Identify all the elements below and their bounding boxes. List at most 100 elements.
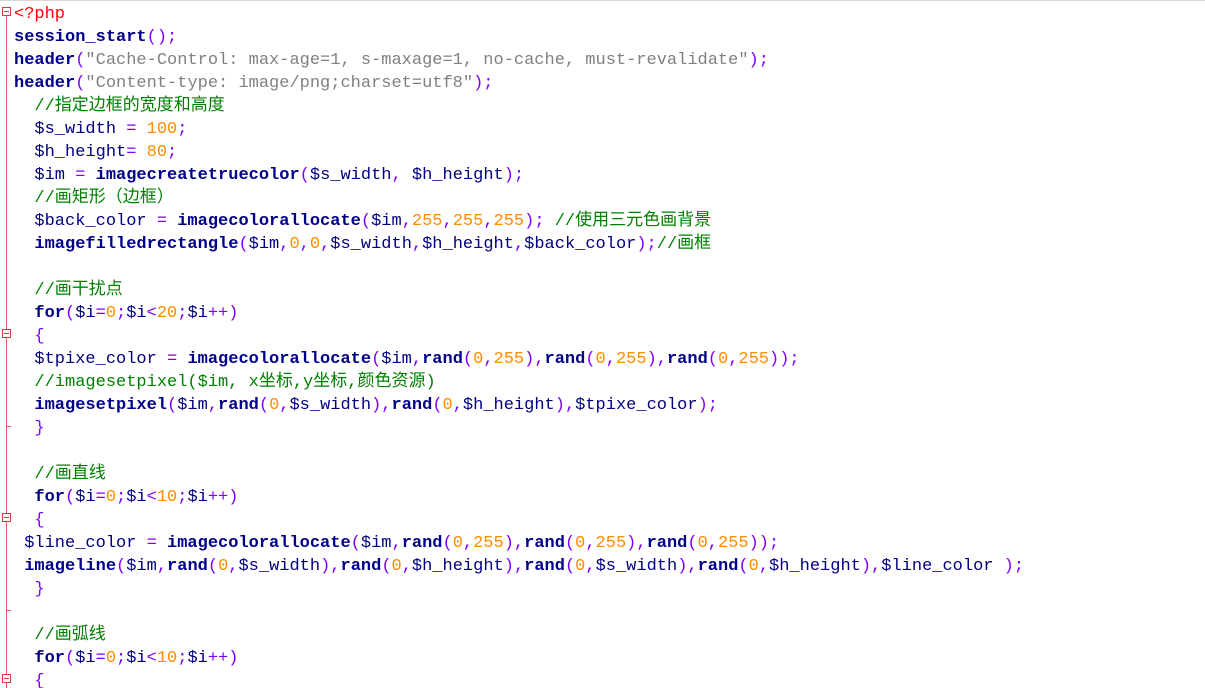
code-line[interactable]: }	[14, 578, 1205, 601]
code-operator: (	[116, 557, 127, 576]
code-operator: ,	[401, 212, 412, 231]
code-operator: =	[126, 143, 147, 162]
code-number: 255	[411, 212, 443, 231]
code-line[interactable]: $line_color = imagecolorallocate($im,ran…	[14, 532, 1205, 555]
code-operator: (	[442, 534, 453, 553]
code-number: 0	[309, 235, 321, 254]
code-text[interactable]: <?php session_start(); header("Cache-Contr…	[14, 3, 1205, 688]
code-number: 0	[269, 396, 280, 415]
fold-toggle-php[interactable]	[2, 7, 11, 16]
fold-toggle-line-loop[interactable]	[2, 513, 11, 522]
code-variable: $im	[248, 235, 280, 254]
code-line[interactable]: $s_width = 100;	[14, 118, 1205, 141]
code-operator: ,	[728, 350, 739, 369]
code-variable: $s_width	[34, 120, 117, 139]
code-number: 0	[575, 534, 586, 553]
code-operator: ),	[626, 534, 647, 553]
code-operator: );	[473, 74, 494, 93]
code-operator: (	[371, 350, 382, 369]
code-number: 80	[146, 143, 168, 162]
code-operator: );	[993, 557, 1025, 576]
code-line[interactable]: imagesetpixel($im,rand(0,$s_width),rand(…	[14, 394, 1205, 417]
code-number: 255	[595, 534, 627, 553]
code-line[interactable]: <?php	[14, 3, 1205, 26]
code-line[interactable]: $tpixe_color = imagecolorallocate($im,ra…	[14, 348, 1205, 371]
code-keyword: header	[14, 51, 76, 70]
code-operator: ,	[299, 235, 310, 254]
code-line[interactable]: for($i=0;$i<10;$i++)	[14, 486, 1205, 509]
code-line[interactable]: header("Cache-Control: max-age=1, s-maxa…	[14, 49, 1205, 72]
code-number: 0	[105, 488, 117, 507]
code-line[interactable]: imageline($im,rand(0,$s_width),rand(0,$h…	[14, 555, 1205, 578]
code-operator: ;	[177, 488, 188, 507]
code-operator: ,	[442, 212, 453, 231]
code-keyword: imagefilledrectangle	[34, 235, 239, 254]
fold-line	[6, 14, 7, 688]
code-line[interactable]: //画矩形（边框）	[14, 187, 1205, 210]
code-line[interactable]: imagefilledrectangle($im,0,0,$s_width,$h…	[14, 233, 1205, 256]
code-line[interactable]: //画干扰点	[14, 279, 1205, 302]
code-operator: (	[707, 350, 718, 369]
code-variable: $im	[34, 166, 66, 185]
code-line[interactable]: $h_height= 80;	[14, 141, 1205, 164]
code-operator: ,	[401, 557, 412, 576]
code-number: 10	[156, 649, 178, 668]
code-line[interactable]: //imagesetpixel($im, x坐标,y坐标,颜色资源)	[14, 371, 1205, 394]
code-number: 255	[452, 212, 484, 231]
code-operator: ,	[452, 396, 463, 415]
fold-margin	[0, 1, 14, 688]
code-line[interactable]: for($i=0;$i<10;$i++)	[14, 647, 1205, 670]
code-operator: (	[207, 557, 219, 576]
code-line[interactable]: $im = imagecreatetruecolor($s_width, $h_…	[14, 164, 1205, 187]
code-operator: ,	[279, 396, 290, 415]
code-line[interactable]: //画直线	[14, 463, 1205, 486]
code-operator: =	[136, 534, 168, 553]
code-variable: $h_height	[34, 143, 127, 162]
code-number: 100	[146, 120, 178, 139]
code-line[interactable]: for($i=0;$i<20;$i++)	[14, 302, 1205, 325]
code-comment: //画干扰点	[34, 281, 123, 300]
code-line[interactable]	[14, 256, 1205, 279]
code-line[interactable]: //画弧线	[14, 624, 1205, 647]
code-line[interactable]: $back_color = imagecolorallocate($im,255…	[14, 210, 1205, 233]
code-variable: $i	[187, 304, 208, 323]
code-line[interactable]: {	[14, 509, 1205, 532]
code-number: 0	[218, 557, 229, 576]
code-variable: $back_color	[524, 235, 637, 254]
code-operator: (	[564, 557, 576, 576]
code-line[interactable]	[14, 440, 1205, 463]
code-operator: ),	[554, 396, 576, 415]
code-comment: //使用三元色画背景	[554, 212, 712, 231]
code-operator: <	[146, 649, 157, 668]
code-line[interactable]: }	[14, 417, 1205, 440]
code-line[interactable]: session_start();	[14, 26, 1205, 49]
code-keyword: for	[34, 649, 66, 668]
code-operator: (	[65, 649, 76, 668]
code-line[interactable]: {	[14, 325, 1205, 348]
code-number: 0	[391, 557, 402, 576]
fold-end-pixel-loop	[6, 426, 11, 427]
code-line[interactable]: //指定边框的宽度和高度	[14, 95, 1205, 118]
code-keyword: imagecolorallocate	[167, 534, 351, 553]
fold-toggle-pixel-loop[interactable]	[2, 329, 11, 338]
fold-toggle-arc-loop[interactable]	[2, 674, 11, 683]
code-keyword: for	[34, 488, 66, 507]
code-number: 0	[473, 350, 484, 369]
code-variable: $i	[126, 649, 147, 668]
code-line[interactable]	[14, 601, 1205, 624]
code-operator: (	[687, 534, 698, 553]
code-keyword: imagecreatetruecolor	[95, 166, 300, 185]
code-keyword: rand	[422, 350, 463, 369]
code-operator: (	[75, 51, 86, 70]
code-editor[interactable]: <?php session_start(); header("Cache-Contr…	[0, 0, 1205, 688]
code-line[interactable]: {	[14, 670, 1205, 688]
code-operator: ),	[677, 557, 698, 576]
code-number: 0	[575, 557, 586, 576]
code-keyword: imagecolorallocate	[177, 212, 361, 231]
code-line[interactable]: header("Content-type: image/png;charset=…	[14, 72, 1205, 95]
